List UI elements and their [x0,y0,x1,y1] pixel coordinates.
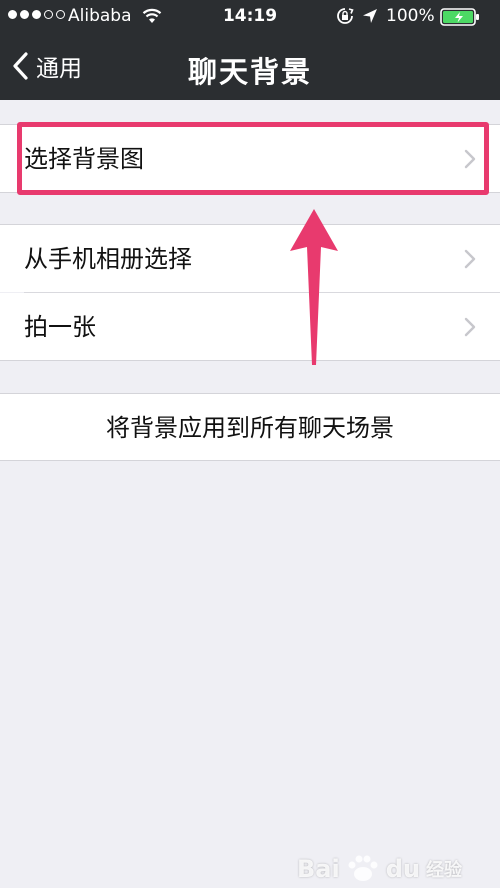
chevron-right-icon [464,317,476,337]
apply-to-all-chats-button[interactable]: 将背景应用到所有聊天场景 [0,393,500,461]
top-bar: Alibaba 14:19 100% 通用 聊天背景 [0,0,500,100]
highlight-annotation-box [17,122,489,195]
cell-label: 从手机相册选择 [24,245,192,273]
cell-label: 拍一张 [24,313,96,341]
watermark-subtitle: 经验 [426,860,462,881]
battery-percentage: 100% [386,6,435,26]
watermark-brand: Bai [297,855,340,883]
page-title: 聊天背景 [187,55,312,89]
choose-from-album-cell[interactable]: 从手机相册选择 [0,224,500,292]
rotation-lock-icon [337,8,354,24]
chevron-right-icon [464,249,476,269]
watermark-brand-suffix: du [385,855,420,883]
battery-icon [440,8,479,26]
location-arrow-icon [363,9,377,23]
navigation-bar: 通用 聊天背景 [0,34,500,100]
baidu-watermark: Bai du 经验 [297,854,462,884]
annotation-arrow-icon [290,209,338,365]
apply-to-all-label: 将背景应用到所有聊天场景 [106,414,394,442]
status-bar: Alibaba 14:19 100% [0,0,500,34]
paw-logo-icon [348,855,378,881]
take-photo-cell[interactable]: 拍一张 [0,293,500,361]
